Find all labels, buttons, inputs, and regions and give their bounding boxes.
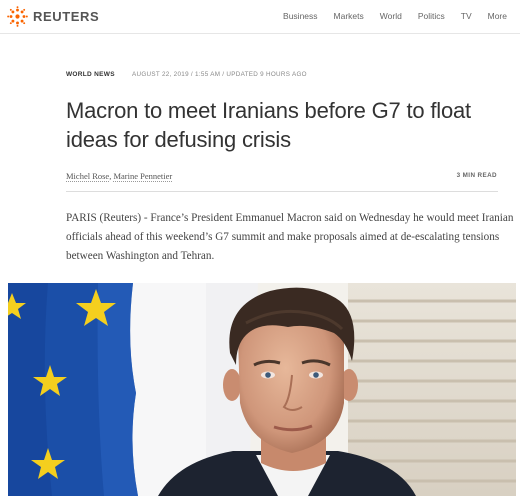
nav-item-world[interactable]: World [372, 11, 410, 21]
nav-item-business[interactable]: Business [275, 11, 326, 21]
brand-name: REUTERS [33, 8, 100, 24]
main-nav: Business Markets World Politics TV More [275, 11, 510, 21]
article-dateline: AUGUST 22, 2019 / 1:55 AM / UPDATED 9 HO… [132, 71, 307, 78]
nav-item-markets[interactable]: Markets [326, 11, 372, 21]
read-time: 3 MIN READ [456, 172, 497, 179]
site-header: REUTERS Business Markets World Politics … [0, 0, 520, 34]
article-headline: Macron to meet Iranians before G7 to flo… [66, 98, 471, 152]
reuters-logo[interactable]: REUTERS [7, 5, 99, 27]
divider [66, 191, 498, 192]
section-label[interactable]: WORLD NEWS [66, 71, 115, 78]
article-photo[interactable] [8, 283, 516, 496]
reuters-logo-icon [7, 5, 28, 27]
author-link[interactable]: Michel Rose [66, 171, 110, 182]
byline: Michel Rose, Marine Pennetier [66, 171, 173, 182]
portrait-photo-icon [8, 283, 516, 496]
article-lead-paragraph: PARIS (Reuters) - France’s President Emm… [66, 212, 514, 262]
nav-item-more[interactable]: More [480, 11, 510, 21]
nav-item-politics[interactable]: Politics [410, 11, 453, 21]
nav-item-tv[interactable]: TV [453, 11, 480, 21]
author-link[interactable]: Marine Pennetier [113, 171, 173, 182]
